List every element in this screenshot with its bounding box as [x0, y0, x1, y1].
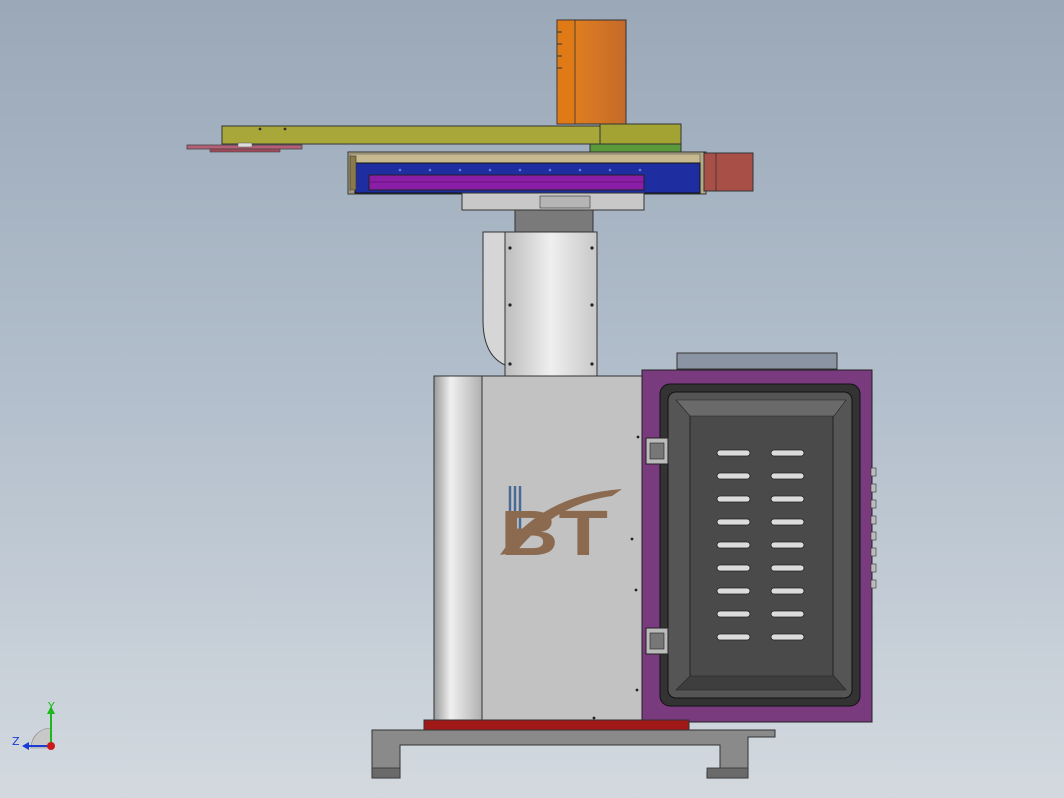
rotary-flange [461, 192, 645, 211]
base-red-plate [423, 719, 690, 731]
triad-origin [47, 742, 55, 750]
cad-robot-assembly-view: BT Y Z [12, 19, 877, 779]
linear-axis-assembly [347, 151, 707, 195]
upper-arm [221, 123, 682, 145]
side-motor [703, 152, 754, 192]
rotary-joint [514, 209, 594, 233]
axis-triad: Y Z [12, 700, 55, 750]
z-axis-label: Z [12, 735, 20, 748]
base-stand [371, 729, 776, 779]
company-logo: BT [500, 486, 622, 569]
door-hinge-bottom [645, 627, 669, 655]
neck-column [482, 231, 598, 377]
door-hinge-top [645, 437, 669, 465]
control-cabinet [641, 352, 877, 723]
y-axis-label: Y [47, 700, 55, 713]
purple-slider [368, 174, 645, 191]
top-motor [556, 19, 627, 125]
